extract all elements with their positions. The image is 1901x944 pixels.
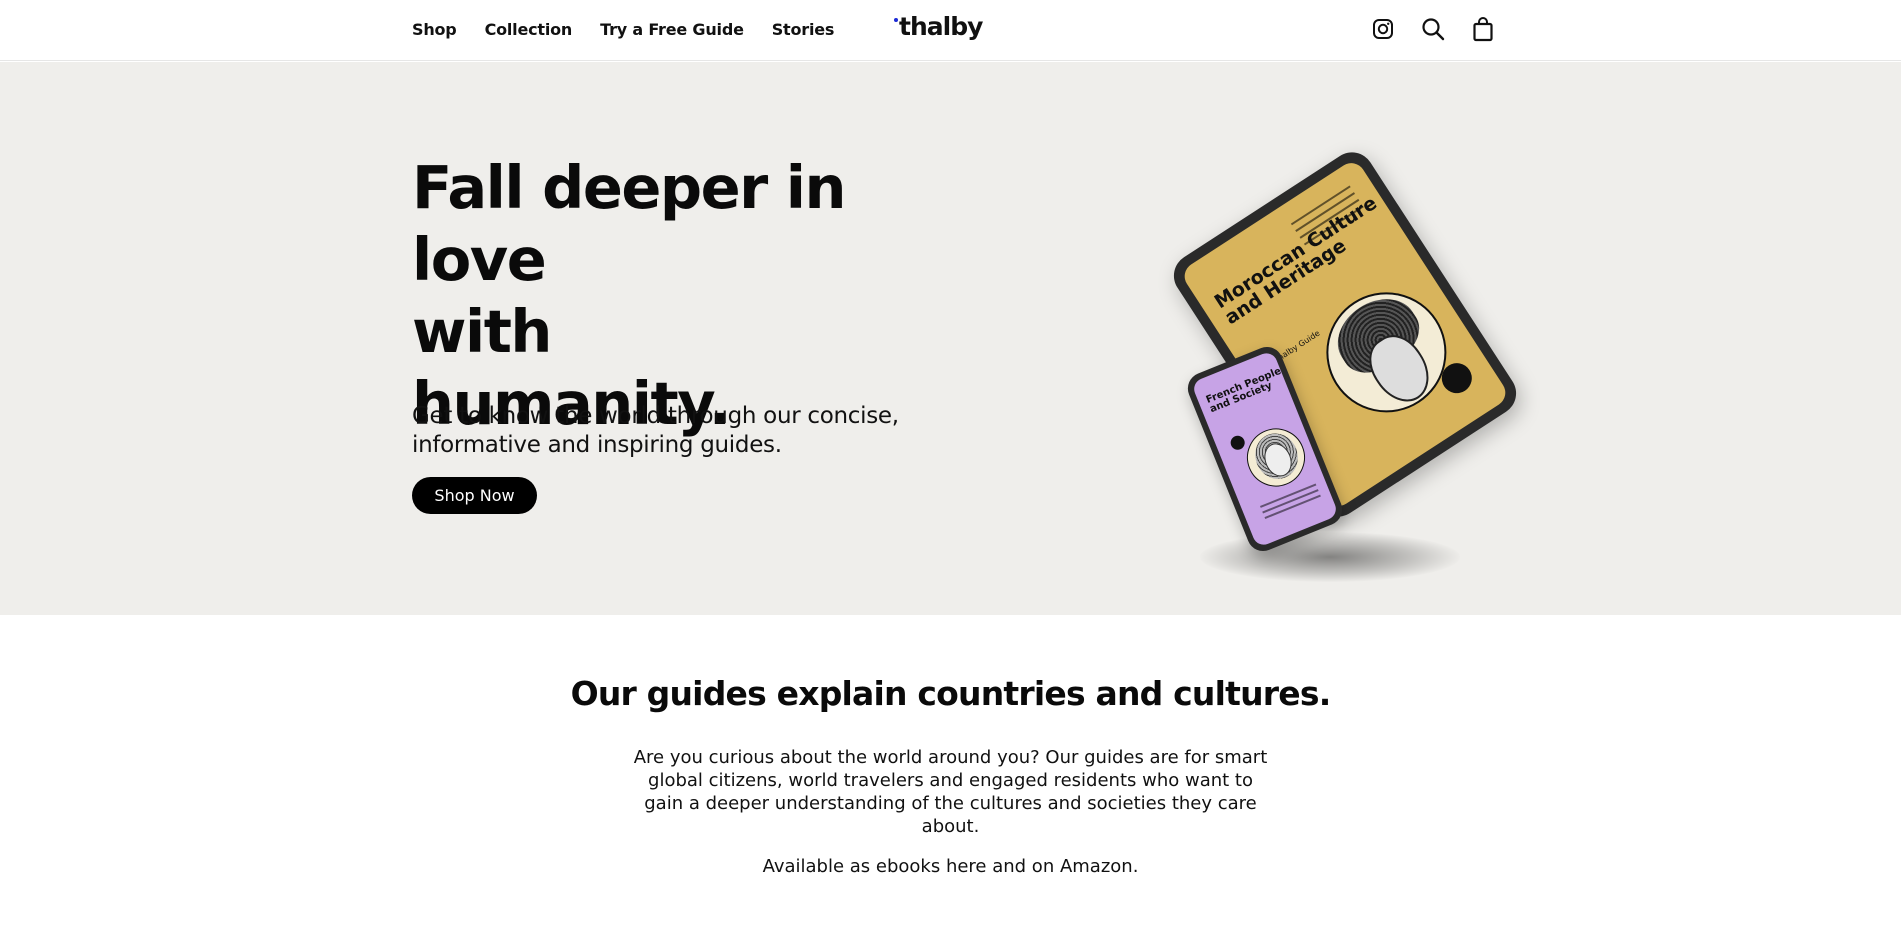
nav-try-free-guide[interactable]: Try a Free Guide bbox=[600, 20, 744, 39]
intro-availability-note: Available as ebooks here and on Amazon. bbox=[762, 856, 1139, 877]
site-header: Shop Collection Try a Free Guide Stories… bbox=[0, 0, 1901, 61]
header-icons bbox=[1370, 16, 1496, 42]
instagram-icon[interactable] bbox=[1370, 16, 1396, 42]
phone-portrait-illustration bbox=[1238, 419, 1314, 496]
nav-shop[interactable]: Shop bbox=[412, 20, 457, 39]
hero-title-line: Fall deeper in love bbox=[412, 153, 847, 294]
search-icon[interactable] bbox=[1420, 16, 1446, 42]
hero-section: Fall deeper in love with humanity. Get t… bbox=[0, 62, 1901, 615]
hero-title: Fall deeper in love with humanity. bbox=[412, 152, 972, 440]
nav-stories[interactable]: Stories bbox=[772, 20, 835, 39]
phone-badge-icon bbox=[1228, 433, 1247, 452]
device-shadow bbox=[1200, 532, 1460, 582]
main-nav: Shop Collection Try a Free Guide Stories bbox=[412, 20, 834, 39]
phone-text-lines bbox=[1259, 483, 1322, 523]
hero-subtitle: Get to know the world through our concis… bbox=[412, 403, 899, 458]
tablet-portrait-illustration bbox=[1303, 269, 1470, 436]
shopping-bag-icon[interactable] bbox=[1470, 16, 1496, 42]
intro-title: Our guides explain countries and culture… bbox=[570, 674, 1332, 713]
intro-body: Are you curious about the world around y… bbox=[633, 747, 1268, 837]
site-logo[interactable]: thalby bbox=[894, 12, 983, 41]
device-illustration: Moroccan Culture and Heritage The Thalby… bbox=[1165, 122, 1550, 612]
logo-dot bbox=[894, 18, 898, 22]
logo-text: thalby bbox=[899, 12, 983, 41]
nav-collection[interactable]: Collection bbox=[485, 20, 573, 39]
hero-title-line: with bbox=[412, 297, 552, 366]
shop-now-button[interactable]: Shop Now bbox=[412, 477, 537, 514]
phone-guide-title: French People and Society bbox=[1204, 365, 1283, 416]
